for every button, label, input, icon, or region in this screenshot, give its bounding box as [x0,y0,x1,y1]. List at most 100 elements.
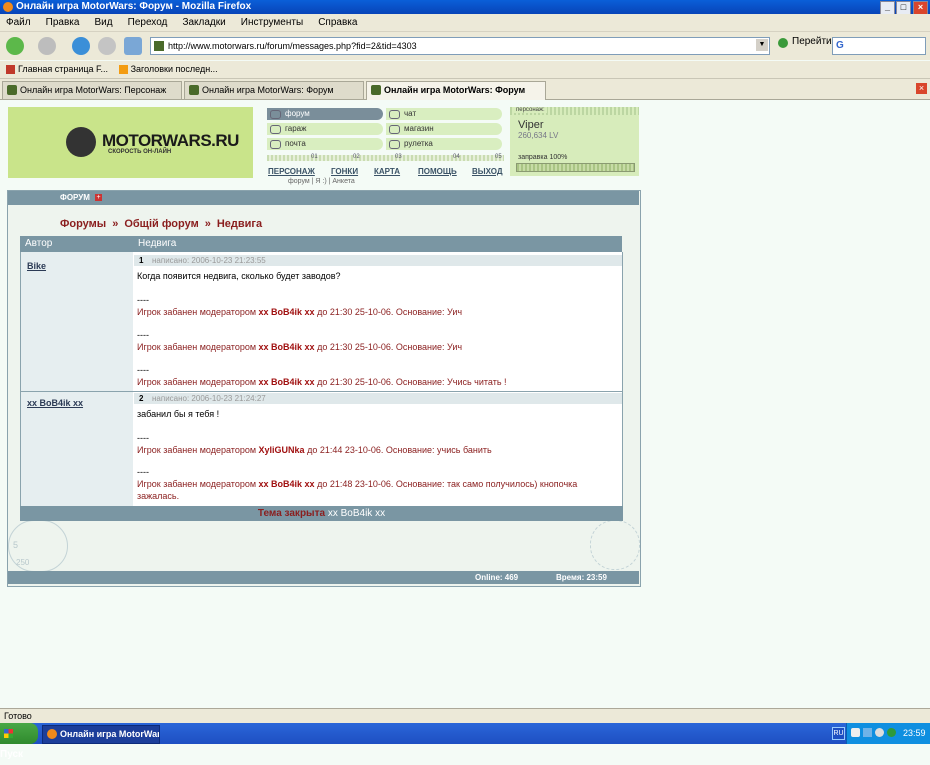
menu-tools[interactable]: Инструменты [235,14,309,31]
google-icon: G [836,40,844,51]
language-indicator[interactable]: RU [832,727,845,740]
moderator-name[interactable]: xx BoB4ik xx [259,307,315,317]
crumb-general[interactable]: Общiй форум [124,218,198,230]
post-author[interactable]: xx BoB4ik xx [27,398,83,408]
go-button[interactable]: Перейти [792,36,832,47]
site-logo[interactable]: MOTORWARS.RU СКОРОСТЬ ОН-ЛАЙН [8,107,253,178]
ruler-track [267,155,504,161]
bookmark-headlines[interactable]: Заголовки последн... [131,64,218,74]
ban-reason: до 21:44 23-10-06. Основание: учись бани… [304,445,492,455]
sub-links[interactable]: форум | Я :) | Анкета [288,178,355,185]
fuel-bar [516,163,635,172]
antivirus-icon[interactable] [887,728,896,737]
site-menu-garage[interactable]: гараж [267,123,383,135]
network-icon[interactable] [863,728,872,737]
crumb-forums[interactable]: Форумы [60,218,106,230]
crumb-topic[interactable]: Недвига [217,218,262,230]
clock[interactable]: 23:59 [903,723,926,744]
start-button[interactable]: Пуск [0,723,38,760]
tab-favicon [371,85,381,95]
bookmark-home[interactable]: Главная страница F... [18,64,108,74]
ban-prefix: Игрок забанен модератором [137,342,259,352]
fuel-label: заправка 100% [518,154,568,161]
system-tray: 23:59 [846,723,930,744]
ban-notice: ---- Игрок забанен модератором xx BoB4ik … [137,294,607,318]
post-date: написано: 2006-10-23 21:24:27 [152,394,266,403]
search-input[interactable]: G [832,37,926,55]
taskbar: Пуск Онлайн игра MotorWars... RU 23:59 [0,723,930,760]
logo-emblem-icon [66,127,96,157]
ruler-mark: 01 [311,154,318,160]
link-map[interactable]: КАРТА [374,167,400,176]
site-menu-mail[interactable]: почта [267,138,383,150]
car-icon [389,125,400,134]
ban-reason: до 21:30 25-10-06. Основание: Учись чита… [314,377,507,387]
player-lv: 260,634 LV [518,131,559,140]
forum-section-label: ФОРУМ [60,193,90,202]
menu-bookmarks[interactable]: Закладки [176,14,231,31]
closed-by-user[interactable]: xx BoB4ik xx [328,508,385,519]
menu-file[interactable]: Файл [0,14,37,31]
ban-notice: ---- Игрок забанен модератором XyliGUNka … [137,432,607,456]
logo-tagline: СКОРОСТЬ ОН-ЛАЙН [108,149,172,155]
menu-help[interactable]: Справка [312,14,363,31]
menu-view[interactable]: Вид [89,14,119,31]
deco-number: 250 [16,558,30,567]
taskbar-window-button[interactable]: Онлайн игра MotorWars... [42,725,160,744]
ban-reason: до 21:30 25-10-06. Основание: Уич [314,342,463,352]
player-name[interactable]: Viper [518,119,543,131]
menu-go[interactable]: Переход [122,14,174,31]
moderator-name[interactable]: XyliGUNka [259,445,305,455]
bookmark-firefox-icon [6,65,15,74]
link-exit[interactable]: ВЫХОД [472,167,503,176]
taskbar-window-label: Онлайн игра MotorWars... [60,729,159,739]
tab-label: Онлайн игра MotorWars: Персонаж [20,85,167,95]
ban-notice: ---- Игрок забанен модератором xx BoB4ik … [137,364,607,388]
minimize-button[interactable]: _ [880,1,895,15]
windows-logo-icon [4,729,13,738]
maximize-button[interactable]: □ [896,1,911,15]
site-menu-chat[interactable]: чат [386,108,502,120]
col-topic: Недвига [138,238,177,249]
volume-icon[interactable] [875,728,884,737]
wrench-icon [270,125,281,134]
ruler-mark: 04 [453,154,460,160]
go-icon[interactable] [778,38,788,48]
link-races[interactable]: ГОНКИ [331,167,358,176]
tab-forum-1[interactable]: Онлайн игра MotorWars: Форум [184,81,364,99]
moderator-name[interactable]: xx BoB4ik xx [259,479,315,489]
menu-bar: Файл Правка Вид Переход Закладки Инструм… [0,14,930,32]
reload-icon[interactable] [72,37,90,55]
close-window-button[interactable]: × [913,1,928,15]
site-menu-shop[interactable]: магазин [386,123,502,135]
ruler-mark: 03 [395,154,402,160]
link-help[interactable]: ПОМОЩЬ [418,167,457,176]
menu-edit[interactable]: Правка [40,14,86,31]
forward-icon[interactable] [38,37,56,55]
site-menu-forum[interactable]: форум [267,108,383,120]
site-menu-roulette[interactable]: рулетка [386,138,502,150]
link-character[interactable]: ПЕРСОНАЖ [268,167,315,176]
home-icon[interactable] [124,37,142,55]
tab-bar: Онлайн игра MotorWars: Персонаж Онлайн и… [0,79,930,100]
level-ruler: 01 02 03 04 05 [267,154,504,163]
moderator-name[interactable]: xx BoB4ik xx [259,377,315,387]
url-input[interactable]: http://www.motorwars.ru/forum/messages.p… [150,37,770,55]
online-count: Online: 469 [475,573,519,582]
back-icon[interactable] [6,37,24,55]
site-favicon [154,41,164,51]
post-author[interactable]: Bike [27,261,46,271]
stop-icon[interactable] [98,37,116,55]
close-tab-icon[interactable]: × [916,83,927,94]
tab-forum-active[interactable]: Онлайн игра MotorWars: Форум [366,81,546,100]
rss-icon [118,65,128,74]
plus-icon[interactable]: + [95,194,102,201]
tab-character[interactable]: Онлайн игра MotorWars: Персонаж [2,81,182,99]
url-dropdown-icon[interactable]: ▼ [756,39,768,51]
moderator-name[interactable]: xx BoB4ik xx [259,342,315,352]
ban-separator: ---- [137,330,149,340]
post-header: 1 написано: 2006-10-23 21:23:55 [134,255,622,266]
posts-table-header: Автор Недвига [20,236,622,252]
tray-arrow-icon[interactable] [851,728,860,737]
mail-icon [270,140,281,149]
